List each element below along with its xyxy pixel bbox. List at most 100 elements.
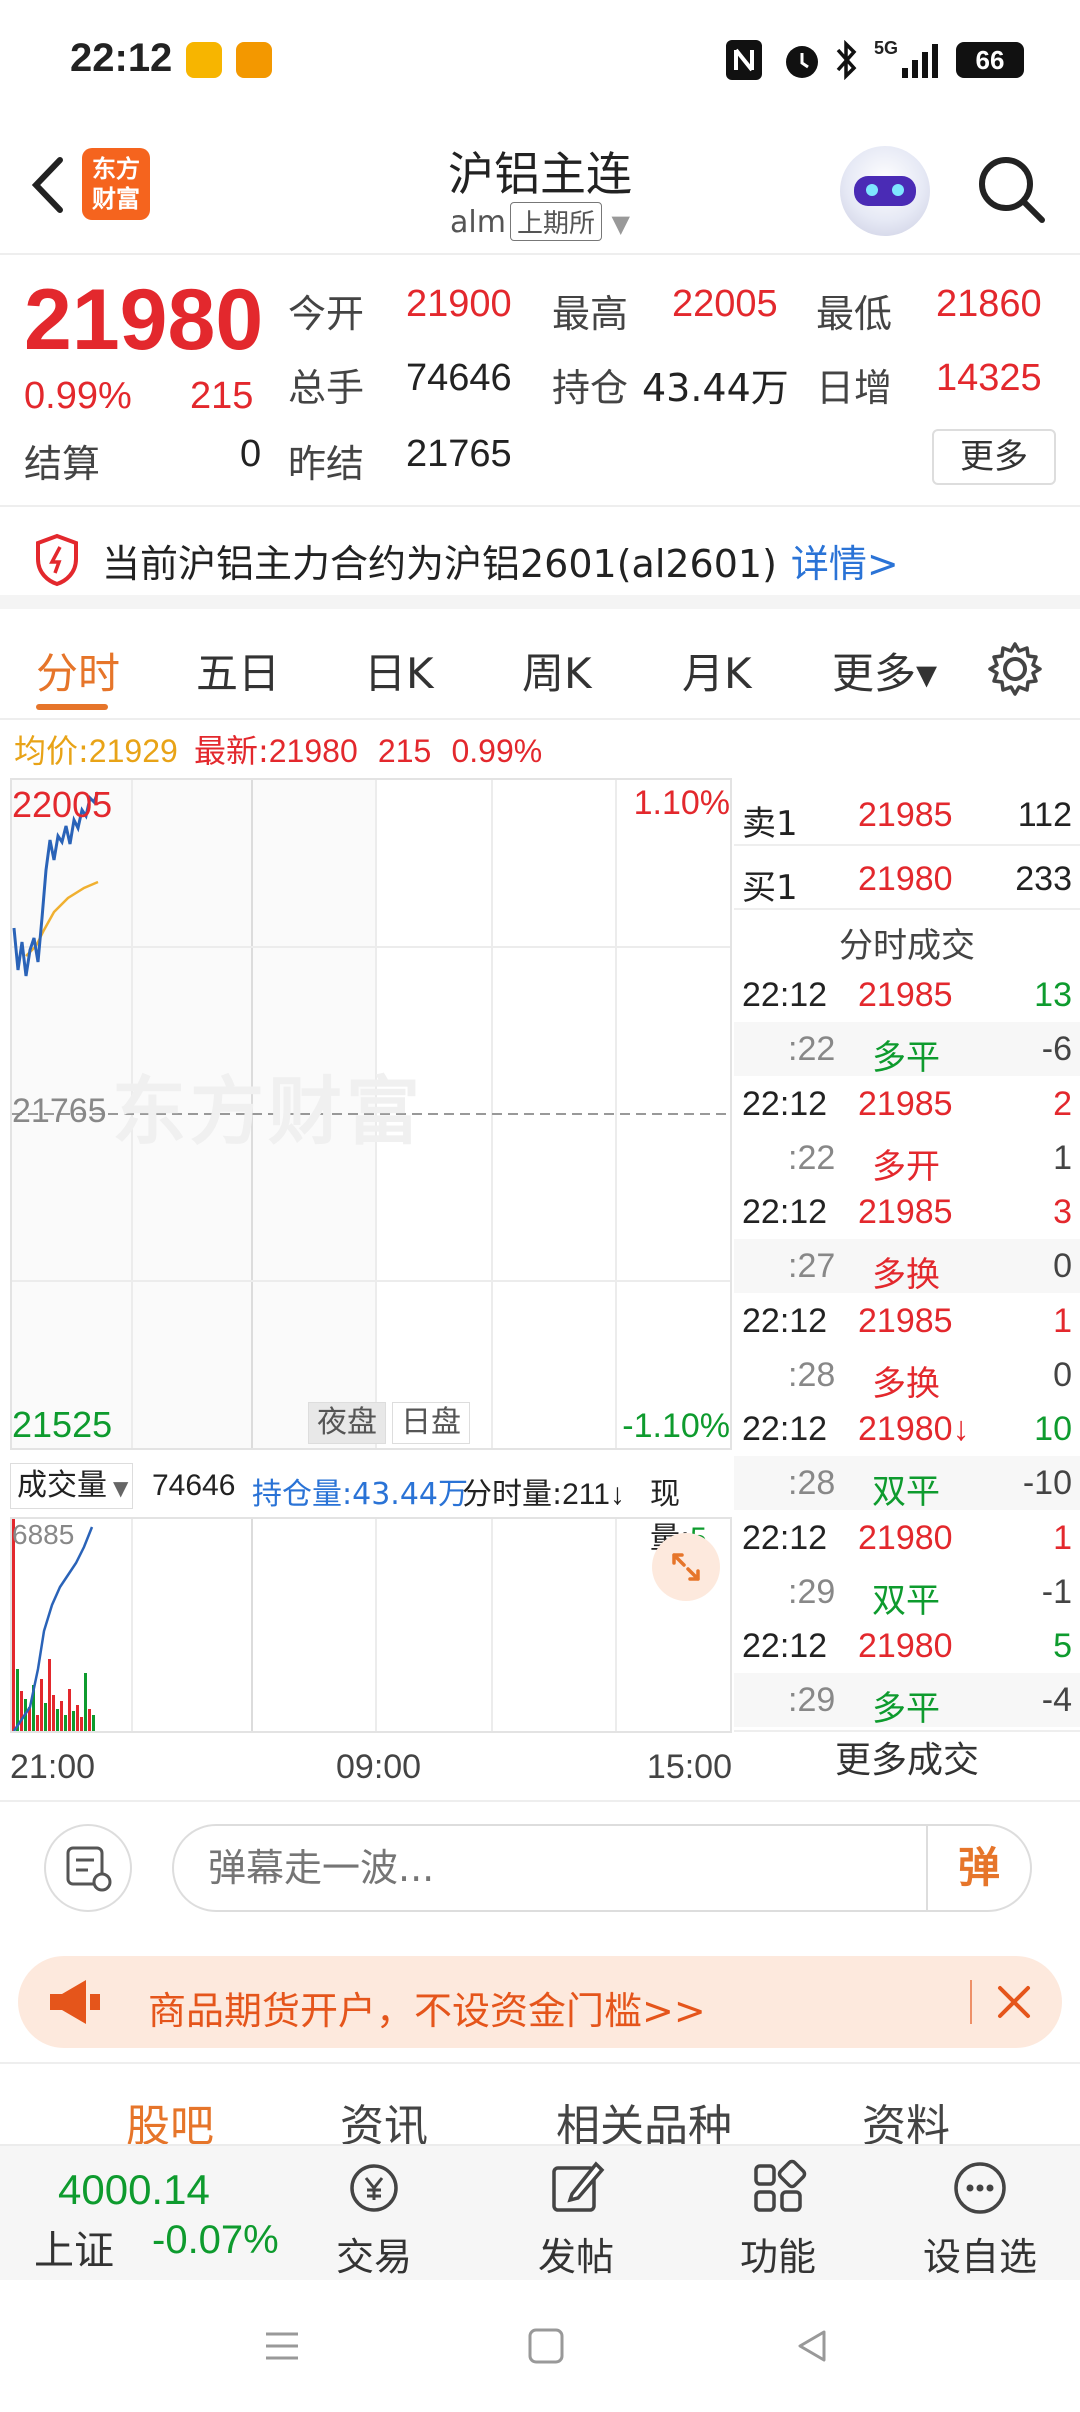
trade-type: 多平 [872,1038,940,1078]
danmu-send-button[interactable]: 弹 [926,1826,1030,1910]
tab-daily-k[interactable]: 日K [364,640,434,701]
intraday-price-chart[interactable]: 东方财富 22005 1.10% 21765 21525 -1.10% 夜盘 日… [10,778,732,1450]
volume-value: 74646 [406,357,512,399]
bid-volume: 233 [1015,860,1072,898]
tab-weekly-k[interactable]: 周K [522,640,592,701]
danmu-input[interactable] [172,1824,1032,1912]
close-icon[interactable] [986,1974,1042,2030]
more-quote-button[interactable]: 更多 [932,429,1056,485]
search-icon[interactable] [972,150,1052,230]
trade-volume: 1 [1053,1518,1072,1557]
bid-price: 21980 [858,860,953,898]
trade-oi-change: 0 [1053,1247,1072,1285]
latest-value: 21980 [268,733,358,769]
trade-type: 多平 [872,1689,940,1729]
trade-time: 22:12 [742,1518,828,1557]
tab-five-day[interactable]: 五日 [196,640,280,701]
tab-more[interactable]: 更多▾ [832,640,937,701]
promo-banner[interactable]: 商品期货开户，不设资金门槛>> [18,1956,1062,2048]
tab-intraday[interactable]: 分时 [36,640,120,701]
trade-type: 多换 [872,1363,940,1404]
trade-price: 21985 [858,1084,953,1123]
minute-volume-label: 分时量: [462,1477,563,1512]
ask-price: 21985 [858,796,953,834]
x-label-start: 21:00 [10,1748,96,1786]
y-max-percent: 1.10% [633,784,730,822]
low-value: 21860 [936,283,1042,325]
promo-text: 商品期货开户，不设资金门槛>> [148,1989,706,2033]
index-ticker[interactable]: 4000.14 上证 -0.07% [0,2146,290,2282]
index-value: 4000.14 [58,2166,210,2213]
trade-panel: 卖1 21985 112 买1 21980 233 分时成交 22:12 2198… [734,778,1080,1790]
nav-post[interactable]: 发帖 [506,2156,646,2281]
notification-app-icon [236,42,272,78]
y-min-label: 21525 [12,1404,113,1445]
nav-functions[interactable]: 功能 [708,2156,848,2281]
open-interest-label: 持仓 [552,366,629,410]
nav-trade[interactable]: 交易 [304,2156,444,2281]
ask-row[interactable]: 卖1 21985 112 [734,786,1080,846]
trade-oi-change: -4 [1041,1681,1072,1719]
volume-info-bar: 成交量▼ 74646 持仓量:43.44万 分时量:211↓ 现量:5 [10,1455,732,1556]
trade-type: 双平 [872,1472,940,1512]
edit-icon [552,2161,605,2212]
trade-row: 22:12 21980↓ 10 [734,1402,1080,1456]
low-label: 最低 [816,292,893,336]
home-icon[interactable] [526,2326,566,2366]
expand-icon [672,1553,700,1581]
bid-row[interactable]: 买1 21980 233 [734,850,1080,910]
trade-volume: 13 [1034,976,1072,1014]
trade-time: 22:12 [742,1410,828,1448]
trade-second: :22 [788,1138,836,1177]
trade-oi-change: 0 [1053,1355,1072,1394]
index-change: -0.07% [152,2218,279,2262]
y-mid-label: 21765 [12,1092,107,1130]
trade-time: 22:12 [742,976,828,1014]
volume-selector[interactable]: 成交量 ▼ [10,1463,134,1509]
robot-assistant-avatar[interactable] [840,146,930,236]
y-max-label: 22005 [12,784,113,825]
volume-selector-label: 成交量 [17,1468,107,1503]
trade-price: 21980 [858,1518,953,1557]
trade-row: 22:12 21985 13 [734,968,1080,1022]
caret-down-icon: ▼ [113,1476,129,1500]
trade-price: 21985 [858,1301,953,1340]
trade-time: 22:12 [742,1627,828,1665]
gear-icon[interactable] [986,640,1044,698]
x-label-end: 15:00 [646,1748,732,1786]
trade-volume: 3 [1053,1193,1072,1231]
trade-list-title: 分时成交 [839,926,975,966]
expand-chart-button[interactable] [652,1533,720,1601]
trade-type: 多换 [872,1255,940,1295]
trade-oi-change: -1 [1041,1572,1072,1611]
megaphone-icon [50,1980,100,2024]
trade-price: 21985 [858,1193,953,1231]
content-tabs: 股吧 资讯 相关品种 资料 [0,2062,1080,2152]
night-session-tag[interactable]: 夜盘 [308,1402,386,1444]
trade-row: 22:12 21980 1 [734,1511,1080,1565]
trade-second: :28 [788,1464,836,1502]
volume-max-label: 6885 [12,1519,75,1550]
trade-oi-change: -10 [1022,1464,1072,1502]
ask-label: 卖1 [742,804,798,844]
back-triangle-icon[interactable] [792,2326,832,2366]
trade-second: :29 [788,1572,836,1611]
trade-row: 22:12 21980 5 [734,1619,1080,1673]
system-nav-bar [0,2282,1080,2412]
more-trades-button[interactable]: 更多成交 [734,1730,1080,1790]
daily-increase-label: 日增 [816,366,893,410]
bluetooth-icon [836,40,857,80]
change-amount: 215 [190,375,254,417]
danmu-settings-icon [66,1846,112,1892]
avg-value: 21929 [88,733,178,769]
volume-chart[interactable]: 6885 [10,1517,732,1733]
tab-monthly-k[interactable]: 月K [682,640,752,701]
y-min-percent: -1.10% [622,1407,730,1445]
open-value: 21900 [406,283,512,325]
danmu-settings-button[interactable] [44,1824,132,1912]
notice-details-link[interactable]: 详情> [791,542,899,586]
nav-add-watchlist-label: 设自选 [922,2235,1037,2279]
nav-add-watchlist[interactable]: 设自选 [910,2156,1050,2281]
menu-icon[interactable] [262,2326,302,2366]
day-session-tag[interactable]: 日盘 [392,1402,470,1444]
